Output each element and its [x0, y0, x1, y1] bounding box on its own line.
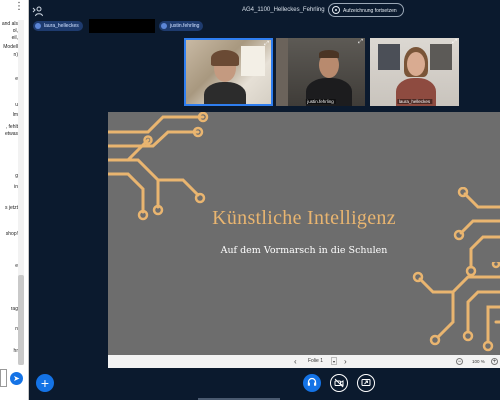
chat-message-fragment: ol,: [12, 28, 18, 34]
page-dropdown-icon[interactable]: ▾: [331, 357, 337, 365]
share-screen-button[interactable]: [357, 374, 375, 392]
chat-message-fragment: e: [15, 76, 18, 82]
participant-chip-label: laura_helleckes: [44, 23, 79, 29]
zoom-out-icon[interactable]: −: [456, 358, 463, 365]
add-icon: +: [40, 375, 50, 391]
slide-navigation-bar: ‹ Folie 1 ▾ › − 100 % +: [108, 355, 500, 368]
video-tile-label: justin.fehrling: [305, 99, 336, 104]
slide-subtitle: Auf dem Vormarsch in die Schulen: [220, 245, 388, 256]
chat-panel: ⋮ and als ol, eil, Modell n) e u lm , fe…: [0, 0, 29, 400]
zoom-in-icon[interactable]: +: [491, 358, 498, 365]
chat-message-fragment: s jetzt: [4, 205, 18, 211]
chat-message-fragment: lm: [12, 112, 18, 118]
chat-message-fragment: u: [15, 102, 18, 108]
wall-art: [430, 44, 452, 70]
participant-chip[interactable]: justin.fehrling: [159, 21, 204, 31]
window-background: [241, 46, 265, 76]
chat-message-fragment: Modell: [3, 44, 18, 50]
participant-chip[interactable]: laura_helleckes: [33, 21, 83, 31]
chat-message-fragment: shop!: [5, 231, 18, 237]
expand-icon[interactable]: ⤢: [264, 41, 269, 48]
chat-message-fragment: in: [14, 184, 18, 190]
redacted-area: [89, 19, 155, 33]
chat-message-fragment: eil,: [11, 35, 18, 41]
video-tile-label: laura_helleckes: [396, 99, 433, 104]
chat-message-fragment: etwas: [4, 131, 18, 137]
slide-title: Künstliche Intelligenz: [212, 207, 396, 229]
participant-chip-label: justin.fehrling: [170, 23, 200, 29]
door-background: [276, 38, 288, 106]
camera-off-icon: [334, 378, 344, 388]
chat-message-fragment: rag: [10, 306, 18, 312]
meeting-title: AG4_1100_Helleckes_Fehrling: [242, 7, 325, 13]
send-button[interactable]: ➤: [10, 372, 23, 385]
video-tile[interactable]: ⤢: [184, 38, 273, 106]
send-icon: ➤: [13, 374, 20, 383]
participant-face: [407, 52, 425, 76]
record-icon: [332, 6, 340, 14]
chat-scrollbar-thumb[interactable]: [18, 275, 24, 365]
zoom-level: 100 %: [472, 359, 485, 364]
participant-avatar-icon: [35, 23, 41, 29]
headset-icon: [307, 377, 317, 386]
audio-button[interactable]: [303, 374, 321, 392]
user-icon[interactable]: [32, 5, 44, 17]
chat-message-fragment: n): [13, 52, 18, 58]
add-button[interactable]: +: [36, 374, 54, 392]
circuit-decoration: [412, 262, 500, 352]
chat-input[interactable]: [0, 369, 7, 387]
chat-scrollbar[interactable]: [18, 20, 24, 365]
participant-shoulders: [204, 82, 246, 104]
resume-recording-button[interactable]: Aufzeichnung fortsetzen: [328, 3, 404, 17]
participant-avatar-icon: [161, 23, 167, 29]
chat-message-fragment: n: [15, 326, 18, 332]
hair: [319, 50, 339, 58]
more-options-icon[interactable]: ⋮: [14, 2, 24, 12]
camera-button[interactable]: [330, 374, 348, 392]
presentation-slide: Künstliche Intelligenz Auf dem Vormarsch…: [108, 112, 500, 355]
chat-message-fragment: , fehlt: [5, 124, 18, 130]
previous-slide-icon[interactable]: ‹: [294, 355, 297, 368]
chat-message-fragment: hr: [13, 348, 18, 354]
chat-message-fragment: e: [15, 263, 18, 269]
record-label: Aufzeichnung fortsetzen: [343, 8, 397, 14]
slide-page-indicator: Folie 1: [308, 358, 324, 364]
hair: [211, 50, 239, 66]
expand-icon[interactable]: ⤢: [358, 39, 363, 46]
top-bar: AG4_1100_Helleckes_Fehrling Aufzeichnung…: [28, 0, 500, 36]
circuit-decoration: [108, 112, 209, 221]
expand-icon[interactable]: ⤢: [452, 39, 457, 46]
wall-art: [378, 44, 400, 70]
chat-message-fragment: g: [15, 173, 18, 179]
video-tile[interactable]: laura_helleckes ⤢: [370, 38, 459, 106]
video-tile[interactable]: justin.fehrling ⤢: [276, 38, 365, 106]
next-slide-icon[interactable]: ›: [344, 355, 347, 368]
share-screen-icon: [361, 379, 371, 386]
chat-message-fragment: and als: [1, 21, 18, 27]
